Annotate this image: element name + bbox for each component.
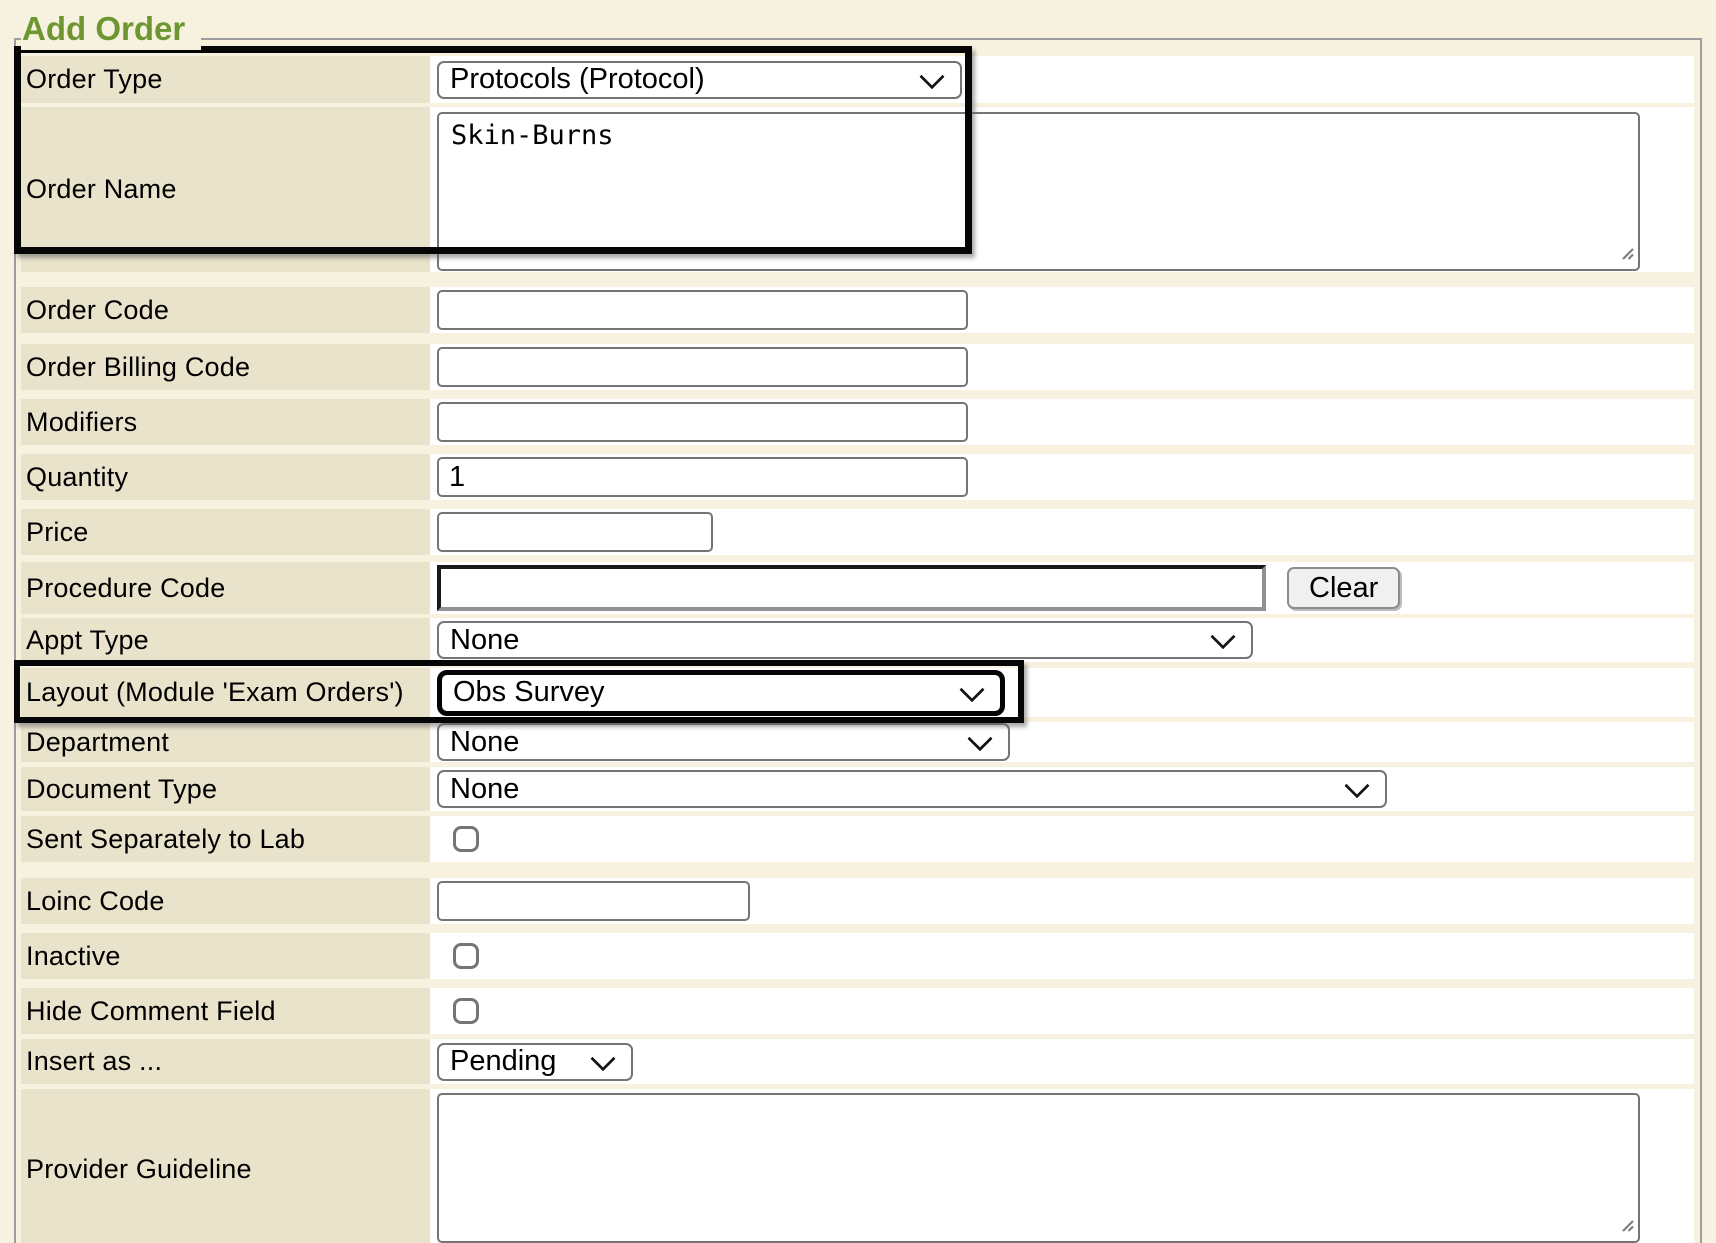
appt-type-label: Appt Type	[21, 618, 430, 662]
row-content: None	[430, 722, 1694, 762]
row-procedure-code: Procedure Code Clear	[21, 562, 1694, 614]
order-name-textarea-wrap: Skin-Burns	[437, 107, 1640, 271]
row-layout-exam-orders: Layout (Module 'Exam Orders') Obs Survey	[21, 668, 1694, 717]
row-content	[430, 399, 1694, 445]
page-title: Add Order	[21, 10, 201, 50]
department-select[interactable]: None	[437, 723, 1010, 761]
order-billing-code-input[interactable]	[437, 347, 968, 387]
provider-guideline-textarea[interactable]	[437, 1093, 1640, 1243]
loinc-code-label: Loinc Code	[21, 878, 430, 924]
procedure-code-label: Procedure Code	[21, 562, 430, 614]
row-modifiers: Modifiers	[21, 399, 1694, 445]
row-appt-type: Appt Type None	[21, 618, 1694, 662]
provider-guideline-textarea-wrap	[437, 1089, 1640, 1243]
inactive-checkbox[interactable]	[453, 943, 479, 969]
row-department: Department None	[21, 722, 1694, 762]
order-name-textarea[interactable]: Skin-Burns	[437, 112, 1640, 271]
document-type-select[interactable]: None	[437, 770, 1387, 808]
row-content	[430, 287, 1694, 333]
order-code-label: Order Code	[21, 287, 430, 333]
row-content	[430, 988, 1694, 1034]
appt-type-select[interactable]: None	[437, 621, 1253, 659]
procedure-code-input[interactable]	[437, 565, 1266, 611]
department-selected-value: None	[450, 726, 519, 759]
row-insert-as: Insert as ... Pending	[21, 1039, 1694, 1084]
row-content	[430, 933, 1694, 979]
order-type-label: Order Type	[21, 56, 430, 103]
chevron-down-icon	[1344, 773, 1369, 798]
order-type-selected-value: Protocols (Protocol)	[450, 63, 705, 96]
document-type-selected-value: None	[450, 773, 519, 806]
row-document-type: Document Type None	[21, 767, 1694, 811]
clear-button[interactable]: Clear	[1287, 567, 1400, 609]
department-label: Department	[21, 722, 430, 762]
chevron-down-icon	[919, 64, 944, 89]
resize-grip-icon[interactable]	[1617, 1215, 1635, 1233]
row-content: Skin-Burns	[430, 107, 1694, 272]
insert-as-select[interactable]: Pending	[437, 1043, 633, 1081]
row-content: Clear	[430, 562, 1694, 614]
document-type-label: Document Type	[21, 767, 430, 811]
sent-separately-checkbox[interactable]	[453, 826, 479, 852]
row-hide-comment-field: Hide Comment Field	[21, 988, 1694, 1034]
price-input[interactable]	[437, 512, 713, 552]
quantity-input[interactable]	[437, 457, 968, 497]
hide-comment-checkbox[interactable]	[453, 998, 479, 1024]
row-order-code: Order Code	[21, 287, 1694, 333]
chevron-down-icon	[590, 1046, 615, 1071]
row-content: Pending	[430, 1039, 1694, 1084]
sent-separately-label: Sent Separately to Lab	[21, 816, 430, 862]
provider-guideline-label: Provider Guideline	[21, 1089, 430, 1243]
row-content	[430, 454, 1694, 500]
row-price: Price	[21, 509, 1694, 555]
order-name-label: Order Name	[21, 107, 430, 272]
insert-as-label: Insert as ...	[21, 1039, 430, 1084]
row-provider-guideline: Provider Guideline	[21, 1089, 1694, 1243]
add-order-page: Add Order Order Type Protocols (Protocol…	[0, 0, 1716, 1243]
modifiers-label: Modifiers	[21, 399, 430, 445]
row-content: Obs Survey	[430, 668, 1694, 717]
form-rows: Order Type Protocols (Protocol) Order Na…	[21, 56, 1694, 1243]
layout-label: Layout (Module 'Exam Orders')	[21, 668, 430, 717]
order-type-select[interactable]: Protocols (Protocol)	[437, 61, 962, 99]
price-label: Price	[21, 509, 430, 555]
quantity-label: Quantity	[21, 454, 430, 500]
modifiers-input[interactable]	[437, 402, 968, 442]
inactive-label: Inactive	[21, 933, 430, 979]
row-content	[430, 509, 1694, 555]
insert-as-selected-value: Pending	[450, 1045, 556, 1078]
chevron-down-icon	[967, 726, 992, 751]
row-content	[430, 344, 1694, 390]
row-order-billing-code: Order Billing Code	[21, 344, 1694, 390]
layout-selected-value: Obs Survey	[453, 676, 605, 709]
row-order-type: Order Type Protocols (Protocol)	[21, 56, 1694, 103]
row-content	[430, 1089, 1694, 1243]
row-content	[430, 816, 1694, 862]
row-order-name: Order Name Skin-Burns	[21, 107, 1694, 272]
row-content: Protocols (Protocol)	[430, 56, 1694, 103]
chevron-down-icon	[959, 677, 984, 702]
chevron-down-icon	[1210, 624, 1235, 649]
loinc-code-input[interactable]	[437, 881, 750, 921]
layout-select[interactable]: Obs Survey	[437, 670, 1005, 716]
appt-type-selected-value: None	[450, 624, 519, 657]
resize-grip-icon[interactable]	[1617, 243, 1635, 261]
order-code-input[interactable]	[437, 290, 968, 330]
row-content: None	[430, 618, 1694, 662]
row-sent-separately-to-lab: Sent Separately to Lab	[21, 816, 1694, 862]
row-inactive: Inactive	[21, 933, 1694, 979]
hide-comment-label: Hide Comment Field	[21, 988, 430, 1034]
row-quantity: Quantity	[21, 454, 1694, 500]
order-billing-code-label: Order Billing Code	[21, 344, 430, 390]
row-loinc-code: Loinc Code	[21, 878, 1694, 924]
row-content: None	[430, 767, 1694, 811]
row-content	[430, 878, 1694, 924]
